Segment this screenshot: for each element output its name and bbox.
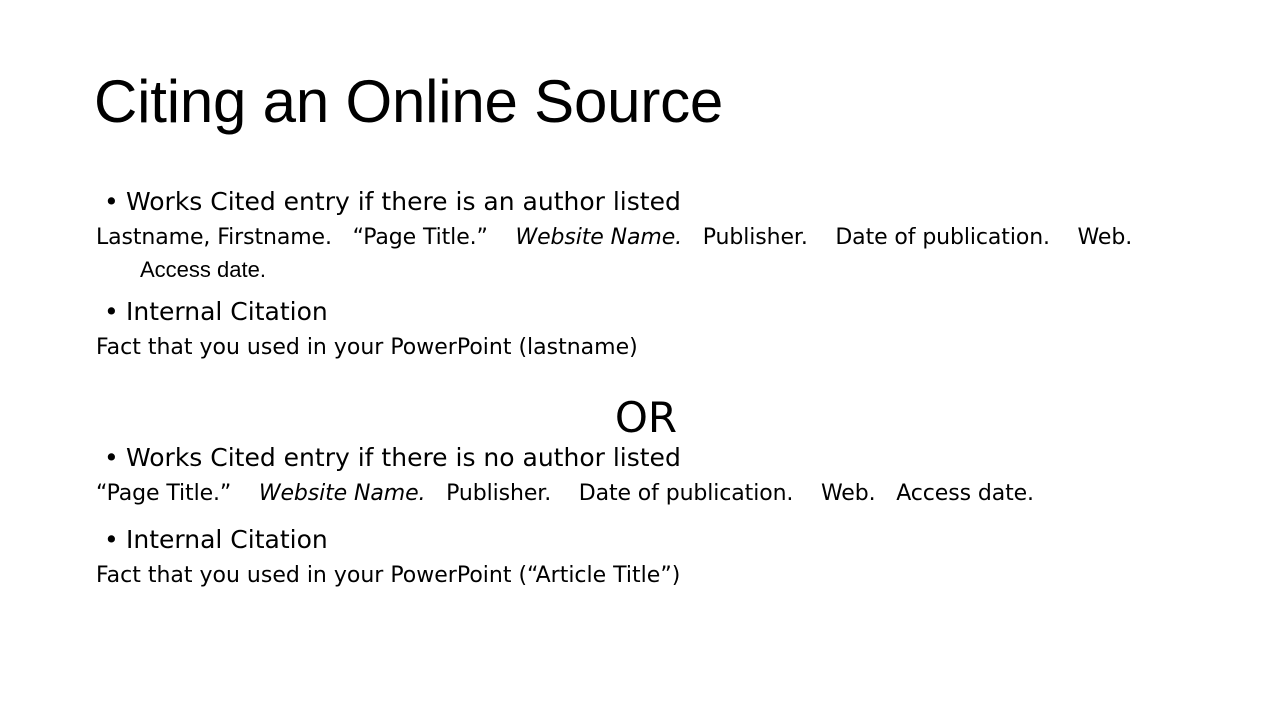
- divider-or-label: OR: [614, 393, 678, 442]
- citation-page-title: “Page Title.”: [352, 225, 488, 250]
- citation-access-date-wrapped: Access date.: [96, 254, 1216, 286]
- citation-page-title: “Page Title.”: [96, 481, 232, 506]
- bullet-label: Internal Citation: [126, 297, 328, 326]
- internal-citation-text: Fact that you used in your PowerPoint (l…: [96, 335, 638, 360]
- bullet-label: Internal Citation: [126, 525, 328, 554]
- bullet-label: Works Cited entry if there is no author …: [126, 443, 681, 472]
- page-title: Citing an Online Source: [94, 68, 724, 135]
- bullet-internal-citation-author: • Internal Citation: [96, 292, 1216, 332]
- citation-medium: Web.: [1077, 225, 1133, 250]
- citation-access-date: Access date.: [896, 481, 1034, 506]
- citation-publisher: Publisher.: [446, 481, 552, 506]
- citation-access-date: Access date.: [140, 257, 266, 282]
- citation-medium: Web.: [820, 481, 876, 506]
- citation-line-no-author: “Page Title.” Website Name. Publisher. D…: [96, 478, 1216, 510]
- internal-citation-example-author: Fact that you used in your PowerPoint (l…: [96, 332, 1216, 364]
- bullet-works-cited-author: • Works Cited entry if there is an autho…: [96, 182, 1216, 222]
- slide-body: • Works Cited entry if there is an autho…: [96, 182, 1216, 592]
- bullet-works-cited-no-author: • Works Cited entry if there is no autho…: [96, 438, 1216, 478]
- bullet-dot-icon: •: [104, 443, 119, 472]
- citation-date: Date of publication.: [835, 225, 1050, 250]
- internal-citation-example-no-author: Fact that you used in your PowerPoint (“…: [96, 560, 1216, 592]
- citation-publisher: Publisher.: [702, 225, 808, 250]
- bullet-internal-citation-no-author: • Internal Citation: [96, 520, 1216, 560]
- bullet-dot-icon: •: [104, 187, 119, 216]
- citation-website-name: Website Name.: [515, 225, 683, 250]
- citation-date: Date of publication.: [578, 481, 794, 506]
- bullet-dot-icon: •: [104, 525, 119, 554]
- citation-author: Lastname, Firstname.: [96, 225, 332, 250]
- bullet-label: Works Cited entry if there is an author …: [126, 187, 681, 216]
- slide-canvas: Citing an Online Source • Works Cited en…: [0, 0, 1280, 720]
- bullet-dot-icon: •: [104, 297, 119, 326]
- internal-citation-text: Fact that you used in your PowerPoint (“…: [96, 563, 681, 588]
- citation-line-author: Lastname, Firstname. “Page Title.” Websi…: [96, 222, 1216, 254]
- citation-website-name: Website Name.: [258, 481, 426, 506]
